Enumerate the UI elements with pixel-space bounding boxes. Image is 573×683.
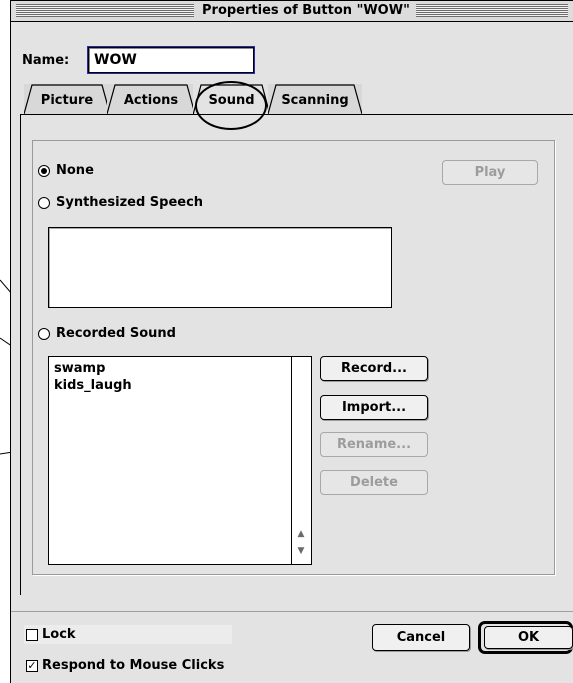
play-button[interactable]: Play: [442, 160, 538, 185]
respond-to-mouse-clicks-label: Respond to Mouse Clicks: [42, 658, 225, 673]
radio-synthesized-speech[interactable]: Synthesized Speech: [38, 195, 203, 210]
import-button[interactable]: Import...: [320, 395, 428, 420]
tab-picture-label: Picture: [40, 93, 94, 108]
respond-to-mouse-clicks-checkbox[interactable]: ✓ Respond to Mouse Clicks: [26, 658, 224, 673]
tab-actions[interactable]: Actions: [107, 84, 195, 114]
radio-synthesized-speech-label: Synthesized Speech: [56, 195, 204, 210]
record-button[interactable]: Record...: [320, 356, 428, 381]
ok-button[interactable]: OK: [484, 626, 573, 649]
list-item[interactable]: swamp: [54, 361, 105, 376]
tab-scanning[interactable]: Scanning: [268, 84, 362, 114]
title-bar-stripes-right: [404, 4, 568, 17]
radio-recorded-sound-indicator: [38, 327, 50, 340]
tab-picture[interactable]: Picture: [24, 84, 110, 114]
tab-sound-label: Sound: [208, 93, 255, 108]
radio-recorded-sound[interactable]: Recorded Sound: [38, 326, 176, 341]
lock-checkbox[interactable]: Lock: [26, 627, 76, 642]
title-bar-stripes-left: [16, 4, 194, 17]
window-title: Properties of Button "WOW": [196, 1, 416, 21]
scroll-down-icon[interactable]: ▼: [296, 547, 306, 556]
footer-divider: [11, 611, 573, 612]
delete-button[interactable]: Delete: [320, 470, 428, 495]
name-label: Name:: [22, 53, 70, 68]
cancel-button[interactable]: Cancel: [372, 624, 470, 651]
rename-button[interactable]: Rename...: [320, 432, 428, 457]
respond-checkbox-box: ✓: [26, 658, 38, 672]
lock-checkbox-box: [26, 628, 38, 641]
tab-scanning-label: Scanning: [281, 93, 349, 108]
radio-recorded-sound-label: Recorded Sound: [56, 326, 176, 341]
list-item[interactable]: kids_laugh: [54, 378, 132, 393]
speech-text-field[interactable]: [48, 227, 392, 308]
tab-sound[interactable]: Sound: [193, 84, 270, 115]
name-input[interactable]: WOW: [88, 47, 254, 73]
radio-none-indicator: [38, 164, 50, 177]
recorded-sounds-list[interactable]: swamp kids_laugh: [48, 356, 312, 565]
radio-none-label: None: [56, 163, 94, 178]
radio-none[interactable]: None: [38, 163, 94, 178]
radio-synthesized-speech-indicator: [38, 196, 50, 209]
lock-label: Lock: [42, 627, 76, 642]
tab-actions-label: Actions: [123, 93, 179, 108]
scroll-up-icon[interactable]: ▲: [296, 530, 306, 539]
